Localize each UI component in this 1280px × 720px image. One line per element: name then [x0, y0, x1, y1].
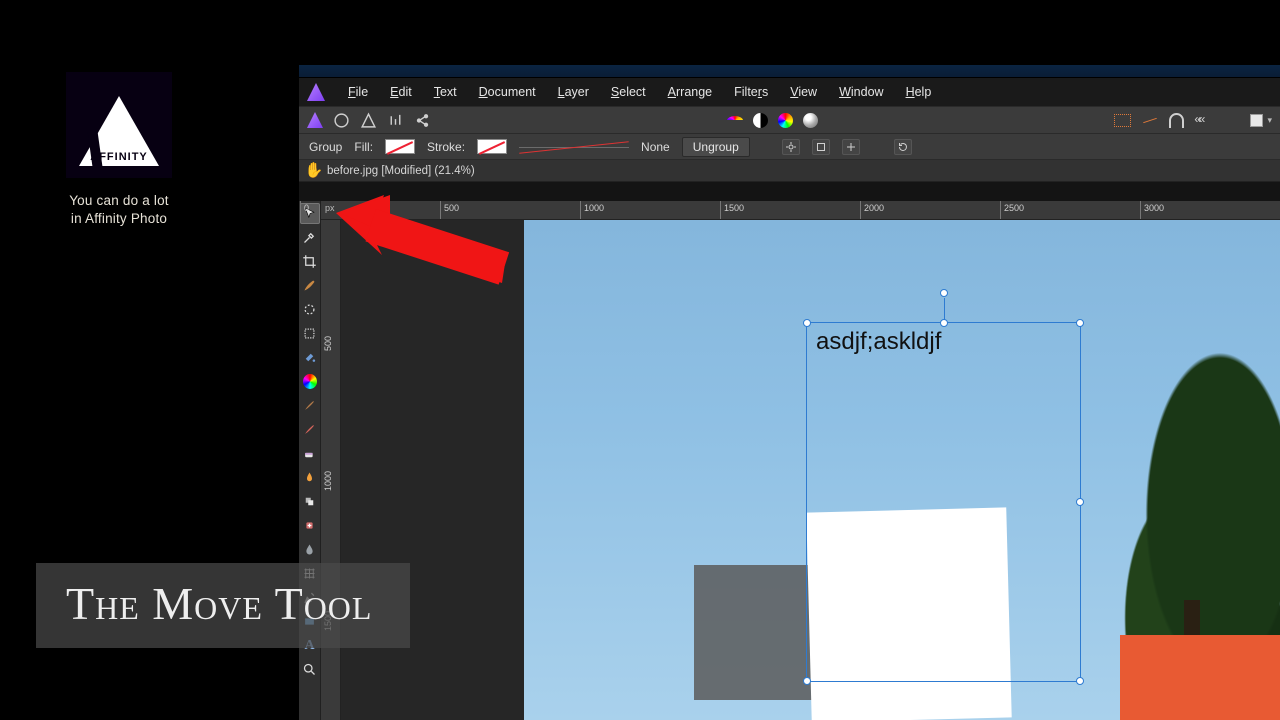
move-tool[interactable] — [300, 203, 320, 224]
menu-edit[interactable]: Edit — [381, 82, 421, 102]
alignment-icon[interactable]: «« — [1194, 113, 1202, 127]
transform-origin-icon[interactable] — [842, 139, 860, 155]
menu-document[interactable]: Document — [470, 82, 545, 102]
show-alignment-icon[interactable] — [812, 139, 830, 155]
stroke-preset[interactable]: None — [641, 140, 670, 154]
snapping-icon[interactable] — [1114, 114, 1131, 127]
video-title-strap: The Move Tool — [36, 563, 410, 648]
menu-help[interactable]: Help — [897, 82, 941, 102]
stroke-swatch[interactable] — [477, 139, 507, 154]
canvas[interactable]: asdjf;askldjf — [341, 220, 1280, 720]
color-wheel-icon[interactable] — [778, 113, 793, 128]
menu-filters[interactable]: Filters — [725, 82, 777, 102]
menu-file[interactable]: File — [339, 82, 377, 102]
healing-brush-tool[interactable] — [300, 515, 320, 536]
persona-liquify-icon[interactable] — [333, 112, 350, 129]
context-toolbar: Group Fill: Stroke: None Ungroup — [299, 134, 1280, 160]
resize-handle-bl[interactable] — [803, 677, 811, 685]
align-target-icon[interactable] — [782, 139, 800, 155]
clone-tool[interactable] — [300, 491, 320, 512]
fill-label: Fill: — [354, 140, 373, 154]
gradient-tool[interactable] — [300, 371, 320, 392]
orange-rectangle[interactable] — [1120, 635, 1280, 720]
group-label: Group — [309, 140, 342, 154]
brand-affinity-text: AFFINITY — [90, 151, 148, 163]
quick-mask-dropdown[interactable]: ▾ — [1250, 114, 1272, 127]
document-tabbar: before.jpg [Modified] (21.4%) — [299, 160, 1280, 182]
rotate-handle[interactable] — [940, 289, 948, 297]
icon-toolbar: «« ▾ — [299, 106, 1280, 134]
fill-swatch[interactable] — [385, 139, 415, 154]
stroke-width-slider[interactable] — [519, 141, 629, 153]
paint-brush-tool[interactable] — [300, 275, 320, 296]
brand-caption: You can do a lot in Affinity Photo — [66, 192, 172, 228]
document-tab[interactable]: before.jpg [Modified] (21.4%) — [327, 165, 475, 177]
brand-in-text: IN — [114, 116, 125, 127]
selection-bounding-box[interactable] — [806, 322, 1081, 682]
resize-handle-br[interactable] — [1076, 677, 1084, 685]
menu-view[interactable]: View — [781, 82, 826, 102]
work-area: A 50010001500 px 05001000150020002500300… — [299, 201, 1280, 720]
sphere-icon[interactable] — [803, 113, 818, 128]
stroke-label: Stroke: — [427, 140, 465, 154]
brand-card: IN AFFINITY You can do a lot in Affinity… — [66, 72, 172, 228]
marquee-tool[interactable] — [300, 323, 320, 344]
contrast-icon[interactable] — [753, 113, 768, 128]
brand-logo: IN AFFINITY — [66, 72, 172, 178]
app-window: File Edit Text Document Layer Select Arr… — [299, 65, 1280, 720]
ungroup-button[interactable]: Ungroup — [682, 137, 750, 157]
crop-tool[interactable] — [300, 251, 320, 272]
horizontal-ruler: px 0500100015002000250030003500 — [321, 201, 1280, 220]
menu-window[interactable]: Window — [830, 82, 892, 102]
menu-text[interactable]: Text — [425, 82, 466, 102]
persona-export-icon[interactable] — [414, 112, 431, 129]
document-view[interactable]: asdjf;askldjf — [524, 220, 1280, 720]
persona-tone-icon[interactable] — [387, 112, 404, 129]
rainbow-icon[interactable] — [727, 116, 743, 125]
blur-tool[interactable] — [300, 539, 320, 560]
pixel-brush-tool[interactable] — [300, 395, 320, 416]
menu-arrange[interactable]: Arrange — [659, 82, 721, 102]
resize-handle-tl[interactable] — [803, 319, 811, 327]
zoom-tool[interactable] — [300, 659, 320, 680]
mixer-brush-tool[interactable] — [300, 419, 320, 440]
erase-tool[interactable] — [300, 443, 320, 464]
dodge-tool[interactable] — [300, 467, 320, 488]
magnet-icon[interactable] — [1169, 113, 1184, 128]
resize-handle-tr[interactable] — [1076, 319, 1084, 327]
persona-develop-icon[interactable] — [360, 112, 377, 129]
flood-fill-tool[interactable] — [300, 347, 320, 368]
resize-handle-mr[interactable] — [1076, 498, 1084, 506]
selection-brush-tool[interactable] — [300, 299, 320, 320]
menubar: File Edit Text Document Layer Select Arr… — [299, 78, 1280, 106]
diag-guide-icon[interactable] — [1141, 111, 1159, 129]
video-title: The Move Tool — [66, 578, 372, 629]
app-icon — [307, 83, 325, 101]
color-picker-tool[interactable] — [300, 227, 320, 248]
cycle-selection-icon[interactable] — [894, 139, 912, 155]
resize-handle-tm[interactable] — [940, 319, 948, 327]
persona-photo-icon[interactable] — [307, 112, 323, 128]
menu-layer[interactable]: Layer — [549, 82, 598, 102]
titlebar[interactable] — [299, 65, 1280, 78]
menu-select[interactable]: Select — [602, 82, 655, 102]
